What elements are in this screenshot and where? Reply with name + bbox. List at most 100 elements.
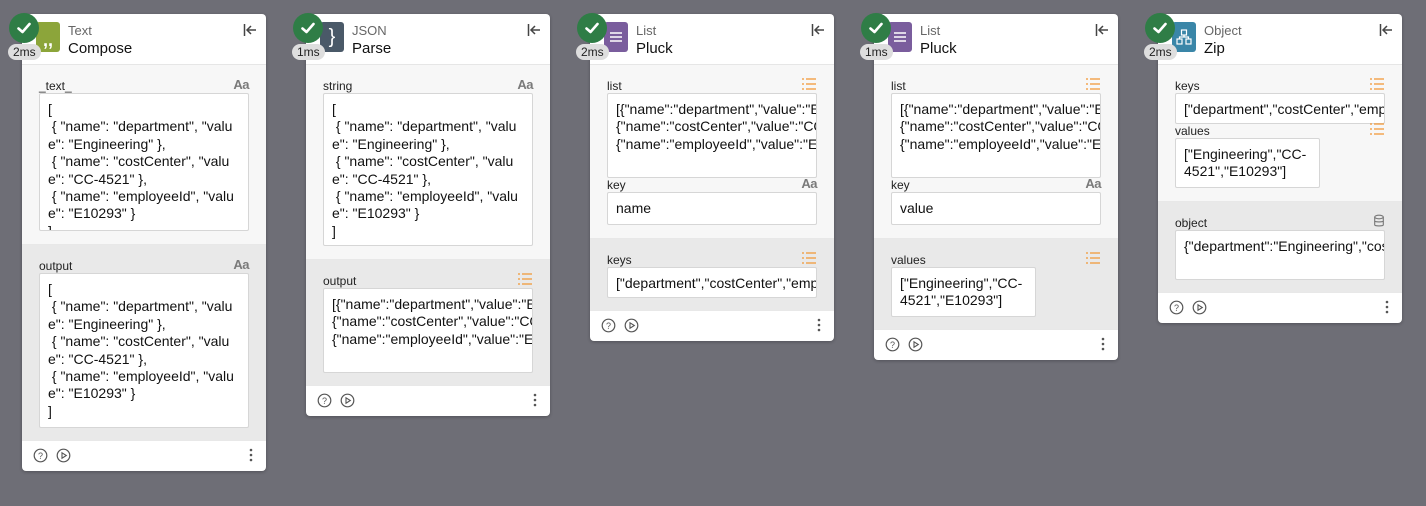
outputs-section: output [{"name":"department","value":"En…: [306, 259, 550, 385]
help-circle-icon[interactable]: ?: [601, 318, 616, 333]
node-list-pluck-values[interactable]: 1ms List Pluck list [{"name":"department…: [860, 13, 1118, 360]
success-check-icon: [1145, 13, 1175, 43]
text-input-field[interactable]: [ { "name": "department", "value": "Engi…: [39, 93, 249, 231]
svg-text:?: ?: [606, 321, 611, 331]
help-circle-icon[interactable]: ?: [33, 448, 48, 463]
success-check-icon: [9, 13, 39, 43]
list-type-icon: [802, 252, 816, 264]
list-type-icon: [802, 78, 816, 90]
node-footer: ?: [22, 440, 266, 471]
svg-text:?: ?: [38, 451, 43, 461]
list-type-icon: [518, 273, 532, 285]
more-vertical-icon[interactable]: [816, 317, 822, 333]
list-type-icon: [1086, 252, 1100, 264]
more-vertical-icon[interactable]: [1100, 336, 1106, 352]
svg-text:?: ?: [890, 340, 895, 350]
node-category: JSON: [352, 23, 387, 38]
key-input-field[interactable]: value: [891, 192, 1101, 225]
node-header[interactable]: 2ms ,, Text Compose: [8, 13, 266, 65]
field-label: keys: [1175, 79, 1200, 93]
node-json-parse[interactable]: 1ms } JSON Parse string Aa [ { "name": "…: [292, 13, 550, 416]
database-icon: [1374, 214, 1384, 227]
more-vertical-icon[interactable]: [1384, 299, 1390, 315]
text-type-icon: Aa: [517, 77, 533, 92]
node-text-compose[interactable]: 2ms ,, Text Compose _text_ Aa [ { "name"…: [8, 13, 266, 471]
play-circle-icon[interactable]: [1192, 300, 1207, 315]
node-category: List: [636, 23, 657, 38]
svg-text:?: ?: [322, 396, 327, 406]
collapse-left-icon[interactable]: [1094, 22, 1110, 38]
more-vertical-icon[interactable]: [248, 447, 254, 463]
node-category: List: [920, 23, 941, 38]
execution-time: 2ms: [8, 44, 41, 60]
field-label: values: [1175, 124, 1210, 138]
output-value[interactable]: ["Engineering","CC-4521","E10293"]: [891, 267, 1036, 317]
field-label: string: [323, 79, 353, 93]
field-label: key: [607, 178, 626, 192]
node-header[interactable]: 1ms List Pluck: [860, 13, 1118, 65]
node-footer: ?: [590, 310, 834, 341]
string-input-field[interactable]: [ { "name": "department", "value": "Engi…: [323, 93, 533, 246]
inputs-section: list [{"name":"department","value":"Engi…: [590, 65, 834, 238]
field-label: list: [607, 79, 622, 93]
node-category: Object: [1204, 23, 1242, 38]
more-vertical-icon[interactable]: [532, 392, 538, 408]
node-object-zip[interactable]: 2ms Object Zip keys ["department","costC…: [1144, 13, 1402, 323]
inputs-section: keys ["department","costCenter","employe…: [1158, 65, 1402, 201]
node-category: Text: [68, 23, 92, 38]
collapse-left-icon[interactable]: [1378, 22, 1394, 38]
text-type-icon: Aa: [801, 176, 817, 191]
node-list-pluck-keys[interactable]: 2ms List Pluck list [{"name":"department…: [576, 13, 834, 341]
node-title: Pluck: [920, 40, 957, 57]
field-label: values: [891, 253, 926, 267]
help-circle-icon[interactable]: ?: [1169, 300, 1184, 315]
list-type-icon: [1370, 78, 1384, 90]
collapse-left-icon[interactable]: [810, 22, 826, 38]
outputs-section: keys ["department","costCenter","employe…: [590, 238, 834, 310]
execution-time: 2ms: [576, 44, 609, 60]
collapse-left-icon[interactable]: [242, 22, 258, 38]
help-circle-icon[interactable]: ?: [317, 393, 332, 408]
inputs-section: list [{"name":"department","value":"Engi…: [874, 65, 1118, 238]
node-footer: ?: [306, 385, 550, 416]
inputs-section: _text_ Aa [ { "name": "department", "val…: [22, 65, 266, 244]
output-value[interactable]: [{"name":"department","value":"Engineeri…: [323, 288, 533, 373]
play-circle-icon[interactable]: [908, 337, 923, 352]
inputs-section: string Aa [ { "name": "department", "val…: [306, 65, 550, 259]
node-header[interactable]: 2ms Object Zip: [1144, 13, 1402, 65]
output-value[interactable]: {"department":"Engineering","costCenter"…: [1175, 230, 1385, 280]
node-header[interactable]: 2ms List Pluck: [576, 13, 834, 65]
text-type-icon: Aa: [233, 257, 249, 272]
output-value[interactable]: [ { "name": "department", "value": "Engi…: [39, 273, 249, 428]
field-label: _text_: [39, 79, 72, 93]
success-check-icon: [293, 13, 323, 43]
field-label: object: [1175, 216, 1208, 230]
execution-time: 1ms: [292, 44, 325, 60]
output-value[interactable]: ["department","costCenter","employeeId"]: [607, 267, 817, 298]
key-input-field[interactable]: name: [607, 192, 817, 225]
text-type-icon: Aa: [1085, 176, 1101, 191]
success-check-icon: [861, 13, 891, 43]
outputs-section: output Aa [ { "name": "department", "val…: [22, 244, 266, 440]
node-title: Zip: [1204, 40, 1225, 57]
success-check-icon: [577, 13, 607, 43]
play-circle-icon[interactable]: [624, 318, 639, 333]
field-label: output: [39, 259, 73, 273]
help-circle-icon[interactable]: ?: [885, 337, 900, 352]
execution-time: 2ms: [1144, 44, 1177, 60]
node-title: Parse: [352, 40, 392, 57]
outputs-section: object {"department":"Engineering","cost…: [1158, 201, 1402, 292]
collapse-left-icon[interactable]: [526, 22, 542, 38]
play-circle-icon[interactable]: [340, 393, 355, 408]
field-label: keys: [607, 253, 632, 267]
text-type-icon: Aa: [233, 77, 249, 92]
play-circle-icon[interactable]: [56, 448, 71, 463]
field-label: list: [891, 79, 906, 93]
node-header[interactable]: 1ms } JSON Parse: [292, 13, 550, 65]
execution-time: 1ms: [860, 44, 893, 60]
values-input-field[interactable]: ["Engineering","CC-4521","E10293"]: [1175, 138, 1320, 188]
node-footer: ?: [1158, 292, 1402, 323]
outputs-section: values ["Engineering","CC-4521","E10293"…: [874, 238, 1118, 329]
node-title: Pluck: [636, 40, 673, 57]
list-type-icon: [1086, 78, 1100, 90]
